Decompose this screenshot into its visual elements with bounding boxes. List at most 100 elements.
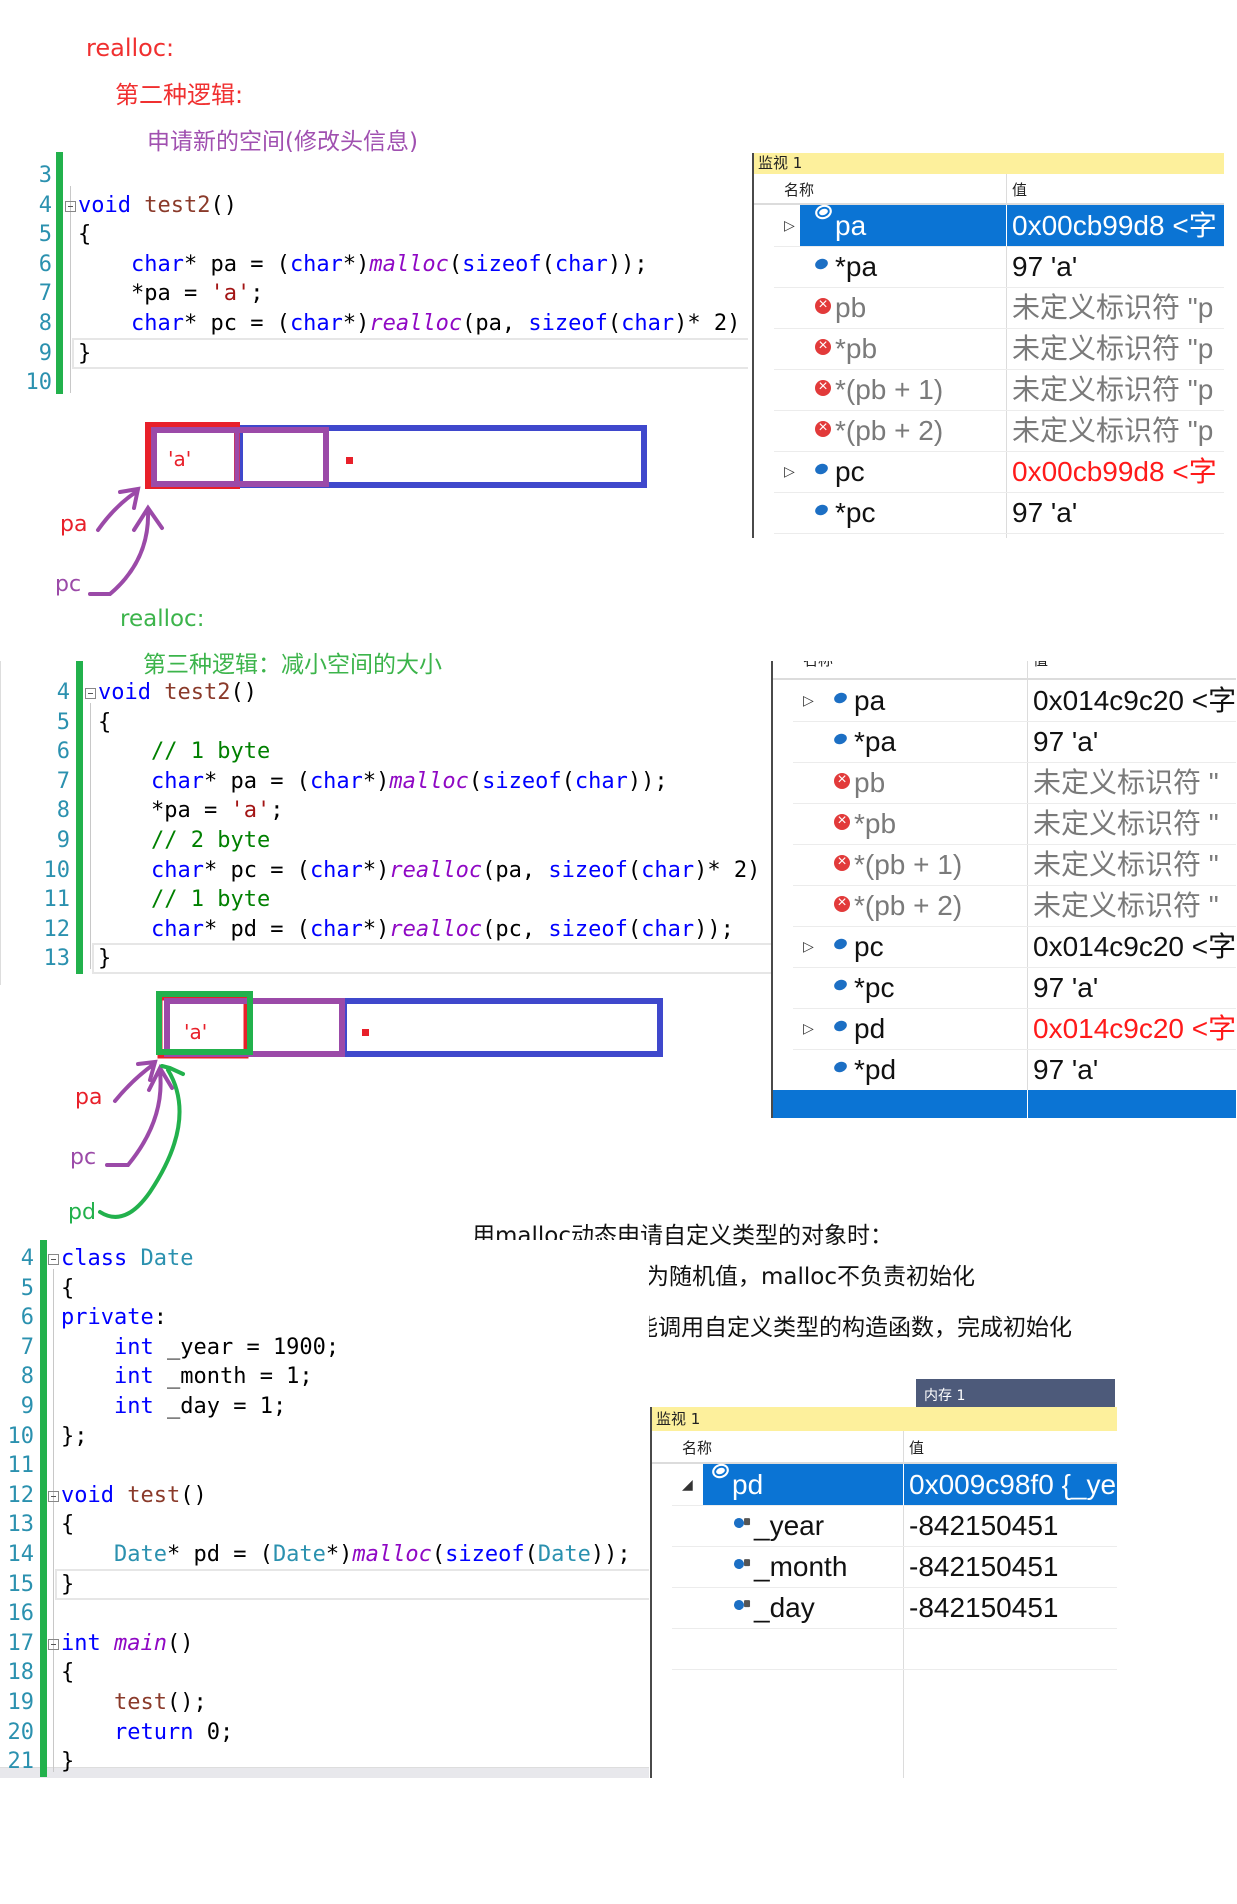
fold-toggle-icon[interactable] <box>48 1638 59 1650</box>
watch-row[interactable]: *pc 97 'a' <box>774 492 1224 534</box>
watch-panel-1[interactable]: 监视 1 名称 值 ▷ pa 0x00cb99d8 <字 *pa 97 'a' pb 未定义标识符… <box>752 153 1224 538</box>
fold-toggle-icon[interactable] <box>65 200 76 212</box>
code-line[interactable]: 15} <box>0 1570 649 1600</box>
code-line[interactable]: 9 int _day = 1; <box>0 1392 649 1422</box>
watch-value[interactable]: 0x014c9c20 <字 <box>1033 1008 1236 1049</box>
column-header-name[interactable]: 名称 <box>682 1437 712 1458</box>
watch-name[interactable]: pc <box>835 451 865 492</box>
column-header-name[interactable]: 名称 <box>784 179 814 200</box>
code-line[interactable]: 12 char* pd = (char*)realloc(pc, sizeof(… <box>1 915 771 945</box>
watch-row[interactable]: *pc 97 'a' <box>793 967 1236 1009</box>
code-line[interactable]: 8 char* pc = (char*)realloc(pa, sizeof(c… <box>0 309 748 339</box>
code-line[interactable]: 18 { <box>0 1658 649 1688</box>
watch-name[interactable]: _year <box>754 1505 824 1546</box>
code-line[interactable]: 10 char* pc = (char*)realloc(pa, sizeof(… <box>1 856 771 886</box>
expand-toggle-icon[interactable]: ◢ <box>682 1464 693 1505</box>
watch-name[interactable]: *pb <box>854 803 896 844</box>
watch-value[interactable]: 97 'a' <box>1012 246 1224 287</box>
watch-row[interactable]: _year -842150451 <box>672 1505 1117 1547</box>
expand-toggle-icon[interactable]: ▷ <box>784 451 795 492</box>
column-divider[interactable] <box>1006 174 1007 203</box>
code-line[interactable]: 12 void test() <box>0 1481 649 1511</box>
watch-row[interactable]: pb 未定义标识符 "p <box>774 287 1224 329</box>
column-header-value[interactable]: 值 <box>909 1437 924 1458</box>
watch-value[interactable]: 未定义标识符 "p <box>1012 287 1224 328</box>
watch-row[interactable]: ▷ pa 0x00cb99d8 <字 <box>774 202 1224 247</box>
code-line[interactable]: 9} <box>0 339 748 369</box>
watch-value[interactable]: 未定义标识符 "p <box>1012 410 1224 451</box>
watch-row[interactable]: *pa 97 'a' <box>774 246 1224 288</box>
column-header-value[interactable]: 值 <box>1033 661 1048 670</box>
column-header-name[interactable]: 名称 <box>803 661 833 670</box>
watch-name[interactable]: pc <box>854 926 884 967</box>
watch-value[interactable]: 0x014c9c20 <字 <box>1033 680 1236 721</box>
watch-row[interactable]: ▷ pa 0x014c9c20 <字 <box>793 680 1236 722</box>
code-line[interactable]: 7 char* pa = (char*)malloc(sizeof(char))… <box>1 767 771 797</box>
expand-toggle-icon[interactable]: ▷ <box>803 680 814 721</box>
watch-value[interactable]: 97 'a' <box>1033 721 1236 762</box>
code-line[interactable]: 4 void test2() <box>0 191 748 221</box>
watch-name[interactable]: *(pb + 2) <box>835 410 943 451</box>
watch-row[interactable]: *pb 未定义标识符 "p <box>774 328 1224 370</box>
column-divider[interactable] <box>1027 661 1028 678</box>
code-line[interactable]: 13 { <box>0 1510 649 1540</box>
watch-name[interactable]: pd <box>854 1008 885 1049</box>
watch-name[interactable]: *(pb + 2) <box>854 885 962 926</box>
watch-value[interactable]: 97 'a' <box>1033 967 1236 1008</box>
code-line[interactable]: 7 int _year = 1900; <box>0 1333 649 1363</box>
code-line[interactable]: 16 <box>0 1599 649 1629</box>
code-line[interactable]: 3 <box>0 161 748 191</box>
watch-name[interactable]: *pd <box>854 1049 896 1090</box>
watch-row[interactable]: *(pb + 2) 未定义标识符 "p <box>774 410 1224 452</box>
watch-value[interactable]: -842150451 <box>909 1505 1117 1546</box>
fold-toggle-icon[interactable] <box>48 1254 59 1265</box>
watch-value[interactable]: 97 'a' <box>1033 1049 1236 1090</box>
column-divider[interactable] <box>903 1431 904 1462</box>
watch-value[interactable]: 0x014c9c20 <字 <box>1033 926 1236 967</box>
watch-row[interactable]: *(pb + 2) 未定义标识符 " <box>793 885 1236 927</box>
watch-value[interactable]: -842150451 <box>909 1546 1117 1587</box>
watch-name[interactable]: *pb <box>835 328 877 369</box>
code-line[interactable]: 11 <box>0 1451 649 1481</box>
code-editor-3[interactable]: 4 class Date 5{6 private: 7 int _year = 1900… <box>0 1240 649 1778</box>
code-line[interactable]: 7 *pa = 'a'; <box>0 279 748 309</box>
code-line[interactable]: 13} <box>1 944 771 974</box>
watch-row[interactable]: *pa 97 'a' <box>793 721 1236 763</box>
watch-value[interactable]: 未定义标识符 " <box>1033 885 1236 926</box>
code-line[interactable]: 5{ <box>0 220 748 250</box>
code-line[interactable]: 10}; <box>0 1422 649 1452</box>
watch-panel-2[interactable]: 名称值▷pa0x014c9c20 <字*pa97 'a'pb未定义标识符 "*p… <box>771 661 1236 1118</box>
code-line[interactable]: 20 return 0; <box>0 1718 649 1748</box>
watch-value[interactable]: 未定义标识符 " <box>1033 844 1236 885</box>
code-line[interactable]: 6 private: <box>0 1303 649 1333</box>
code-editor-1[interactable]: 3 4 void test2() 5{6 char* pa = (char*)mall… <box>0 152 748 394</box>
watch-value[interactable]: 未定义标识符 "p <box>1012 369 1224 410</box>
code-editor-2[interactable]: 4 void test2() 5{6 // 1 byte 7 char* pa = (… <box>0 661 771 985</box>
watch-name[interactable]: *(pb + 1) <box>835 369 943 410</box>
watch-row[interactable]: *(pb + 1) 未定义标识符 " <box>793 844 1236 886</box>
watch-panel-3[interactable]: 监视 1 名称 值 ◢ pd 0x009c98f0 {_ye _year -842150451… <box>650 1407 1117 1778</box>
code-line[interactable]: 4 class Date <box>0 1244 649 1274</box>
code-line[interactable]: 14 Date* pd = (Date*)malloc(sizeof(Date)… <box>0 1540 649 1570</box>
code-line[interactable]: 5{ <box>1 708 771 738</box>
fold-toggle-icon[interactable] <box>48 1490 59 1502</box>
code-line[interactable]: 10 <box>0 368 748 394</box>
code-line[interactable]: 11 // 1 byte <box>1 885 771 915</box>
code-line[interactable]: 6 // 1 byte <box>1 737 771 767</box>
memory-tab[interactable]: 内存 1 <box>916 1379 1115 1407</box>
watch-value[interactable]: 未定义标识符 " <box>1033 762 1236 803</box>
code-line[interactable]: 19 test(); <box>0 1688 649 1718</box>
watch-row[interactable]: ▷ pd 0x014c9c20 <字 <box>793 1008 1236 1050</box>
watch-value[interactable]: 0x00cb99d8 <字 <box>1012 205 1224 246</box>
watch-row[interactable]: pb 未定义标识符 " <box>793 762 1236 804</box>
watch-value[interactable]: 未定义标识符 " <box>1033 803 1236 844</box>
watch-row[interactable]: ▷ pc 0x014c9c20 <字 <box>793 926 1236 968</box>
code-line[interactable]: 5{ <box>0 1274 649 1304</box>
watch-name[interactable]: *pa <box>854 721 896 762</box>
code-line[interactable]: 8 int _month = 1; <box>0 1362 649 1392</box>
expand-toggle-icon[interactable]: ▷ <box>803 1008 814 1049</box>
watch-name[interactable]: pa <box>854 680 885 721</box>
code-line[interactable]: 8 *pa = 'a'; <box>1 796 771 826</box>
expand-toggle-icon[interactable]: ▷ <box>803 926 814 967</box>
watch-value[interactable]: 未定义标识符 "p <box>1012 328 1224 369</box>
